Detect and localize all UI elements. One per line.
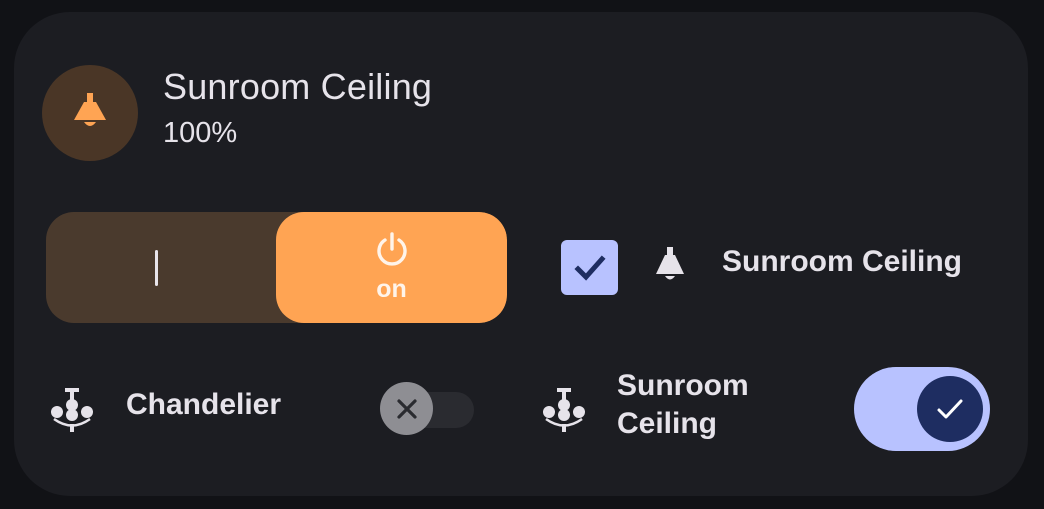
chandelier-icon xyxy=(46,386,98,434)
chandelier-toggle-knob[interactable] xyxy=(380,382,433,435)
ceiling-lamp-icon xyxy=(74,93,106,126)
power-icon xyxy=(376,232,407,266)
chandelier-label: Chandelier xyxy=(126,388,282,421)
light-title: Sunroom Ceiling xyxy=(163,66,433,107)
light-icon-button[interactable] xyxy=(42,65,138,161)
power-segmented-switch[interactable]: on xyxy=(46,212,507,323)
power-on-label: on xyxy=(376,275,407,303)
sunroom-ceiling-checkbox[interactable] xyxy=(561,240,618,295)
power-off-segment[interactable] xyxy=(46,212,276,323)
chandelier-icon xyxy=(538,386,590,434)
sunroom-ceiling-toggle-knob[interactable] xyxy=(917,376,983,442)
checkmark-icon xyxy=(937,399,963,419)
close-icon xyxy=(396,398,417,419)
power-on-segment[interactable]: on xyxy=(276,212,507,323)
brightness-value: 100% xyxy=(163,117,238,149)
sunroom-toggle-label-line1: Sunroom xyxy=(617,369,749,402)
off-indicator-icon xyxy=(154,249,158,286)
ceiling-lamp-icon xyxy=(650,244,690,284)
checkmark-icon xyxy=(573,254,606,281)
checkbox-row-label: Sunroom Ceiling xyxy=(722,245,962,278)
sunroom-toggle-label-line2: Ceiling xyxy=(617,407,718,440)
